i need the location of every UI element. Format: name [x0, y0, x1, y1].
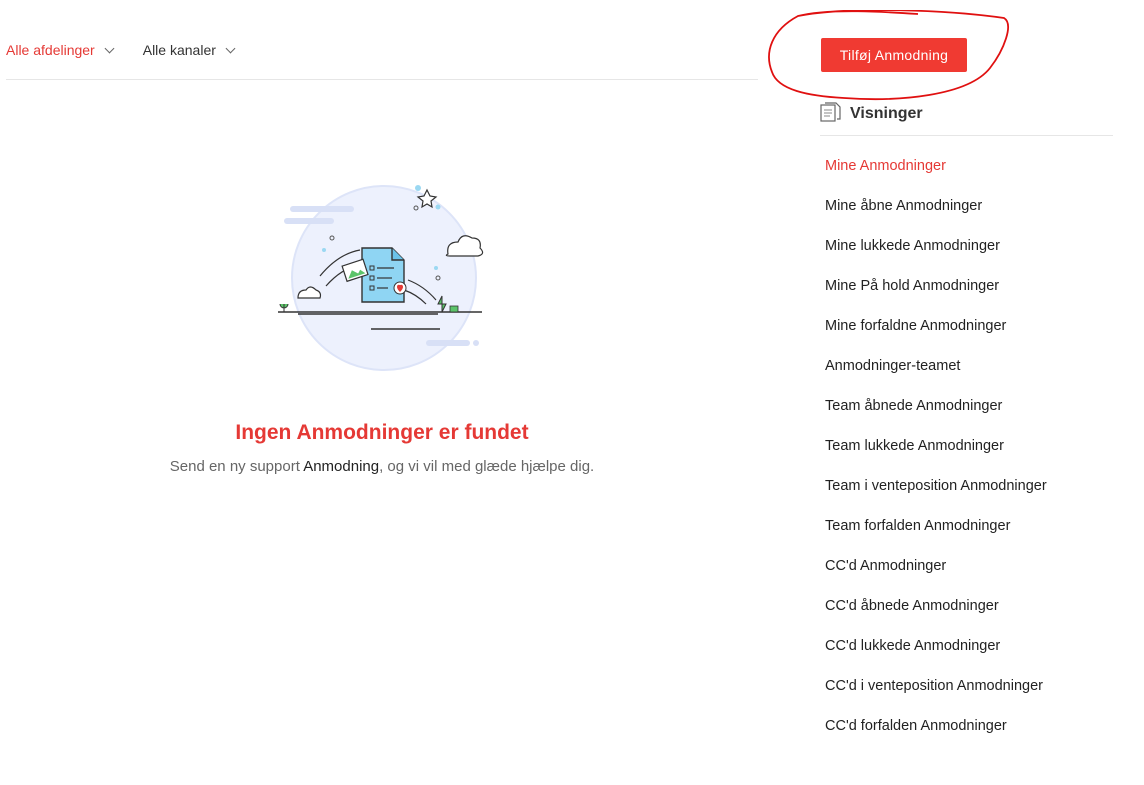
views-header: Visninger: [820, 102, 1113, 136]
view-item[interactable]: CC'd i venteposition Anmodninger: [825, 666, 1125, 706]
add-request-button[interactable]: Tilføj Anmodning: [821, 38, 967, 72]
view-item[interactable]: Mine forfaldne Anmodninger: [825, 306, 1125, 346]
department-filter-dropdown[interactable]: Alle afdelinger: [6, 38, 115, 58]
chevron-down-icon: [104, 43, 115, 53]
page: Alle afdelinger Alle kanaler Ingen Anmod…: [0, 0, 1144, 785]
view-item[interactable]: Mine Anmodninger: [825, 146, 1125, 186]
document-list-icon: [820, 102, 841, 122]
view-item[interactable]: CC'd forfalden Anmodninger: [825, 706, 1125, 746]
view-item[interactable]: CC'd lukkede Anmodninger: [825, 626, 1125, 666]
view-item[interactable]: Team forfalden Anmodninger: [825, 506, 1125, 546]
empty-state-subtitle-suffix: , og vi vil med glæde hjælpe dig.: [379, 458, 595, 475]
channel-filter-dropdown[interactable]: Alle kanaler: [142, 38, 236, 58]
view-item[interactable]: CC'd Anmodninger: [825, 546, 1125, 586]
view-item[interactable]: Anmodninger-teamet: [825, 346, 1125, 386]
view-item[interactable]: Team åbnede Anmodninger: [825, 386, 1125, 426]
view-item[interactable]: CC'd åbnede Anmodninger: [825, 586, 1125, 626]
empty-state-title: Ingen Anmodninger er fundet: [235, 421, 529, 444]
new-request-link[interactable]: Anmodning: [303, 458, 379, 475]
views-title: Visninger: [850, 105, 923, 122]
view-item[interactable]: Team lukkede Anmodninger: [825, 426, 1125, 466]
department-filter-label: Alle afdelinger: [6, 42, 95, 58]
empty-state-subtitle: Send en ny support Anmodning, og vi vil …: [0, 458, 764, 475]
channel-filter-label: Alle kanaler: [142, 42, 216, 58]
empty-state-subtitle-prefix: Send en ny support: [169, 458, 304, 475]
document-upload-illustration: [278, 185, 484, 371]
chevron-down-icon: [225, 43, 236, 53]
view-item[interactable]: Mine åbne Anmodninger: [825, 186, 1125, 226]
filter-bar: Alle afdelinger Alle kanaler: [6, 38, 758, 80]
view-item[interactable]: Team i venteposition Anmodninger: [825, 466, 1125, 506]
views-list: Mine Anmodninger Mine åbne Anmodninger Min…: [825, 146, 1125, 746]
view-item[interactable]: Mine lukkede Anmodninger: [825, 226, 1125, 266]
view-item[interactable]: Mine På hold Anmodninger: [825, 266, 1125, 306]
